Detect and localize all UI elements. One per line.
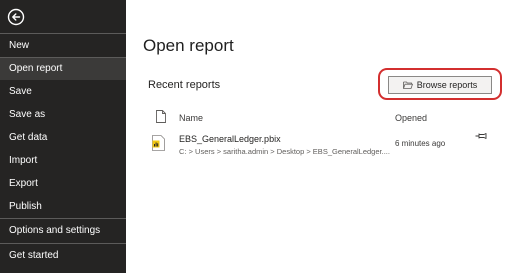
pin-icon[interactable] xyxy=(475,132,487,140)
recent-reports-heading: Recent reports xyxy=(148,79,221,91)
open-report-panel: Open report Recent reports Browse report… xyxy=(126,0,512,273)
column-header-name[interactable]: Name xyxy=(179,113,203,123)
file-menu-sidebar: New Open report Save Save as Get data Im… xyxy=(0,0,126,273)
sidebar-item-save-as[interactable]: Save as xyxy=(0,104,126,126)
file-path: C: > Users > saritha.admin > Desktop > E… xyxy=(179,147,390,156)
column-header-opened[interactable]: Opened xyxy=(395,113,427,123)
browse-reports-label: Browse reports xyxy=(416,80,478,90)
file-type-icon xyxy=(156,110,166,123)
power-bi-file-menu: New Open report Save Save as Get data Im… xyxy=(0,0,512,273)
sidebar-item-publish[interactable]: Publish xyxy=(0,196,126,218)
file-opened-time: 6 minutes ago xyxy=(395,139,446,148)
sidebar-divider xyxy=(0,33,126,34)
sidebar-item-export[interactable]: Export xyxy=(0,173,126,195)
sidebar-divider xyxy=(0,218,126,219)
sidebar-item-save[interactable]: Save xyxy=(0,81,126,103)
sidebar-item-get-started[interactable]: Get started xyxy=(0,245,126,267)
page-title: Open report xyxy=(143,36,234,55)
sidebar-divider xyxy=(0,243,126,244)
recent-file-row[interactable]: EBS_GeneralLedger.pbix C: > Users > sari… xyxy=(146,129,496,161)
file-name: EBS_GeneralLedger.pbix xyxy=(179,134,281,144)
browse-reports-button[interactable]: Browse reports xyxy=(388,76,492,94)
sidebar-item-new[interactable]: New xyxy=(0,35,126,57)
sidebar-item-import[interactable]: Import xyxy=(0,150,126,172)
sidebar-item-options-and-settings[interactable]: Options and settings xyxy=(0,220,126,242)
sidebar-item-get-data[interactable]: Get data xyxy=(0,127,126,149)
sidebar-item-open-report[interactable]: Open report xyxy=(0,58,126,80)
pbix-file-icon xyxy=(152,135,165,151)
back-arrow-circle-icon[interactable] xyxy=(7,8,25,26)
folder-open-icon xyxy=(402,81,413,89)
